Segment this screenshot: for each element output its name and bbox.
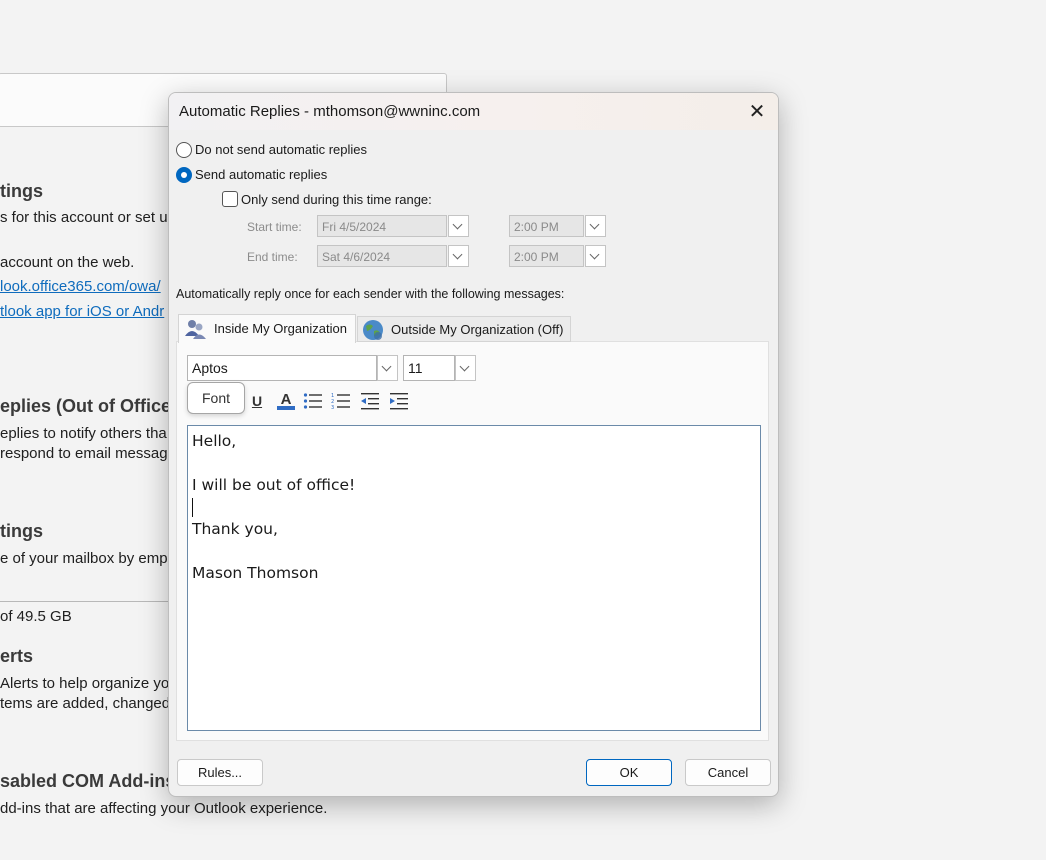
bg-text: s for this account or set up bbox=[0, 209, 176, 226]
tab-inside-organization[interactable]: Inside My Organization bbox=[178, 314, 356, 343]
tab-inside-label: Inside My Organization bbox=[214, 321, 347, 336]
chevron-down-icon bbox=[452, 219, 463, 230]
bg-text: Alerts to help organize you bbox=[0, 675, 178, 692]
bg-heading-auto-replies: eplies (Out of Office bbox=[0, 396, 172, 416]
time-range-label[interactable]: Only send during this time range: bbox=[241, 192, 432, 207]
ok-button[interactable]: OK bbox=[586, 759, 672, 786]
message-line: Thank you, bbox=[192, 520, 278, 538]
font-size-select[interactable]: 11 bbox=[403, 355, 455, 381]
font-name-dropdown[interactable] bbox=[377, 355, 398, 381]
message-line bbox=[192, 540, 756, 562]
bg-link-mobile[interactable]: tlook app for iOS or Andr bbox=[0, 303, 164, 320]
tab-outside-label: Outside My Organization (Off) bbox=[391, 322, 564, 337]
bg-heading-alerts: erts bbox=[0, 646, 34, 666]
font-size-value: 11 bbox=[408, 360, 423, 376]
end-time-dropdown[interactable] bbox=[585, 245, 606, 267]
chevron-down-icon bbox=[459, 361, 470, 372]
bg-text: account on the web. bbox=[0, 254, 135, 271]
font-tooltip: Font bbox=[187, 382, 245, 414]
font-name-select[interactable]: Aptos bbox=[187, 355, 377, 381]
end-time-label: End time: bbox=[247, 250, 298, 264]
bg-text: dd-ins that are affecting your Outlook e… bbox=[0, 800, 328, 817]
radio-send-automatic[interactable] bbox=[176, 167, 192, 183]
message-line bbox=[192, 452, 756, 474]
chevron-down-icon bbox=[589, 219, 600, 230]
message-line: I will be out of office! bbox=[192, 476, 356, 494]
end-date-dropdown[interactable] bbox=[448, 245, 469, 267]
start-time-dropdown[interactable] bbox=[585, 215, 606, 237]
rules-button[interactable]: Rules... bbox=[177, 759, 263, 786]
radio-send-automatic-label[interactable]: Send automatic replies bbox=[195, 167, 327, 182]
bg-storage-text: of 49.5 GB bbox=[0, 608, 72, 625]
end-time-field[interactable]: 2:00 PM bbox=[509, 245, 584, 267]
bg-text: eplies to notify others tha bbox=[0, 425, 167, 442]
font-name-value: Aptos bbox=[192, 360, 228, 376]
start-time-field[interactable]: 2:00 PM bbox=[509, 215, 584, 237]
close-icon[interactable]: ✕ bbox=[744, 99, 770, 125]
people-icon bbox=[185, 320, 206, 339]
message-line: Mason Thomson bbox=[192, 564, 319, 582]
bg-heading-settings: tings bbox=[0, 181, 43, 201]
tab-outside-organization[interactable]: Outside My Organization (Off) bbox=[357, 316, 571, 342]
globe-icon bbox=[363, 320, 383, 340]
end-date-field[interactable]: Sat 4/6/2024 bbox=[317, 245, 447, 267]
bullet-list-icon[interactable] bbox=[303, 392, 323, 410]
start-date-field[interactable]: Fri 4/5/2024 bbox=[317, 215, 447, 237]
start-time-label: Start time: bbox=[247, 220, 302, 234]
message-editor[interactable]: Hello, I will be out of office! Thank yo… bbox=[187, 425, 761, 731]
time-range-checkbox[interactable] bbox=[222, 191, 238, 207]
numbered-list-icon[interactable]: 1 2 3 bbox=[331, 392, 351, 410]
reply-once-label: Automatically reply once for each sender… bbox=[176, 287, 565, 301]
bg-heading-settings: tings bbox=[0, 521, 43, 541]
chevron-down-icon bbox=[589, 249, 600, 260]
message-line-caret bbox=[192, 496, 756, 518]
bg-link-owa[interactable]: look.office365.com/owa/ bbox=[0, 278, 161, 295]
automatic-replies-dialog: Automatic Replies - mthomson@wwninc.com … bbox=[168, 92, 779, 797]
text-cursor bbox=[192, 498, 193, 517]
radio-do-not-send[interactable] bbox=[176, 142, 192, 158]
svg-text:3: 3 bbox=[331, 405, 334, 410]
increase-indent-icon[interactable] bbox=[389, 392, 409, 410]
bg-text: tems are added, changed, bbox=[0, 695, 175, 712]
chevron-down-icon bbox=[452, 249, 463, 260]
cancel-button[interactable]: Cancel bbox=[685, 759, 771, 786]
underline-icon[interactable]: U bbox=[246, 390, 268, 412]
font-size-dropdown[interactable] bbox=[455, 355, 476, 381]
start-date-dropdown[interactable] bbox=[448, 215, 469, 237]
bg-text: e of your mailbox by emp bbox=[0, 550, 168, 567]
dialog-titlebar[interactable]: Automatic Replies - mthomson@wwninc.com … bbox=[169, 93, 778, 130]
font-color-icon[interactable]: A bbox=[275, 388, 297, 410]
bg-text: respond to email messag bbox=[0, 445, 168, 462]
decrease-indent-icon[interactable] bbox=[360, 392, 380, 410]
bg-heading-addins: sabled COM Add-ins bbox=[0, 771, 176, 791]
chevron-down-icon bbox=[381, 361, 392, 372]
dialog-title: Automatic Replies - mthomson@wwninc.com bbox=[179, 103, 481, 120]
message-line: Hello, bbox=[192, 432, 237, 450]
radio-do-not-send-label[interactable]: Do not send automatic replies bbox=[195, 142, 367, 157]
